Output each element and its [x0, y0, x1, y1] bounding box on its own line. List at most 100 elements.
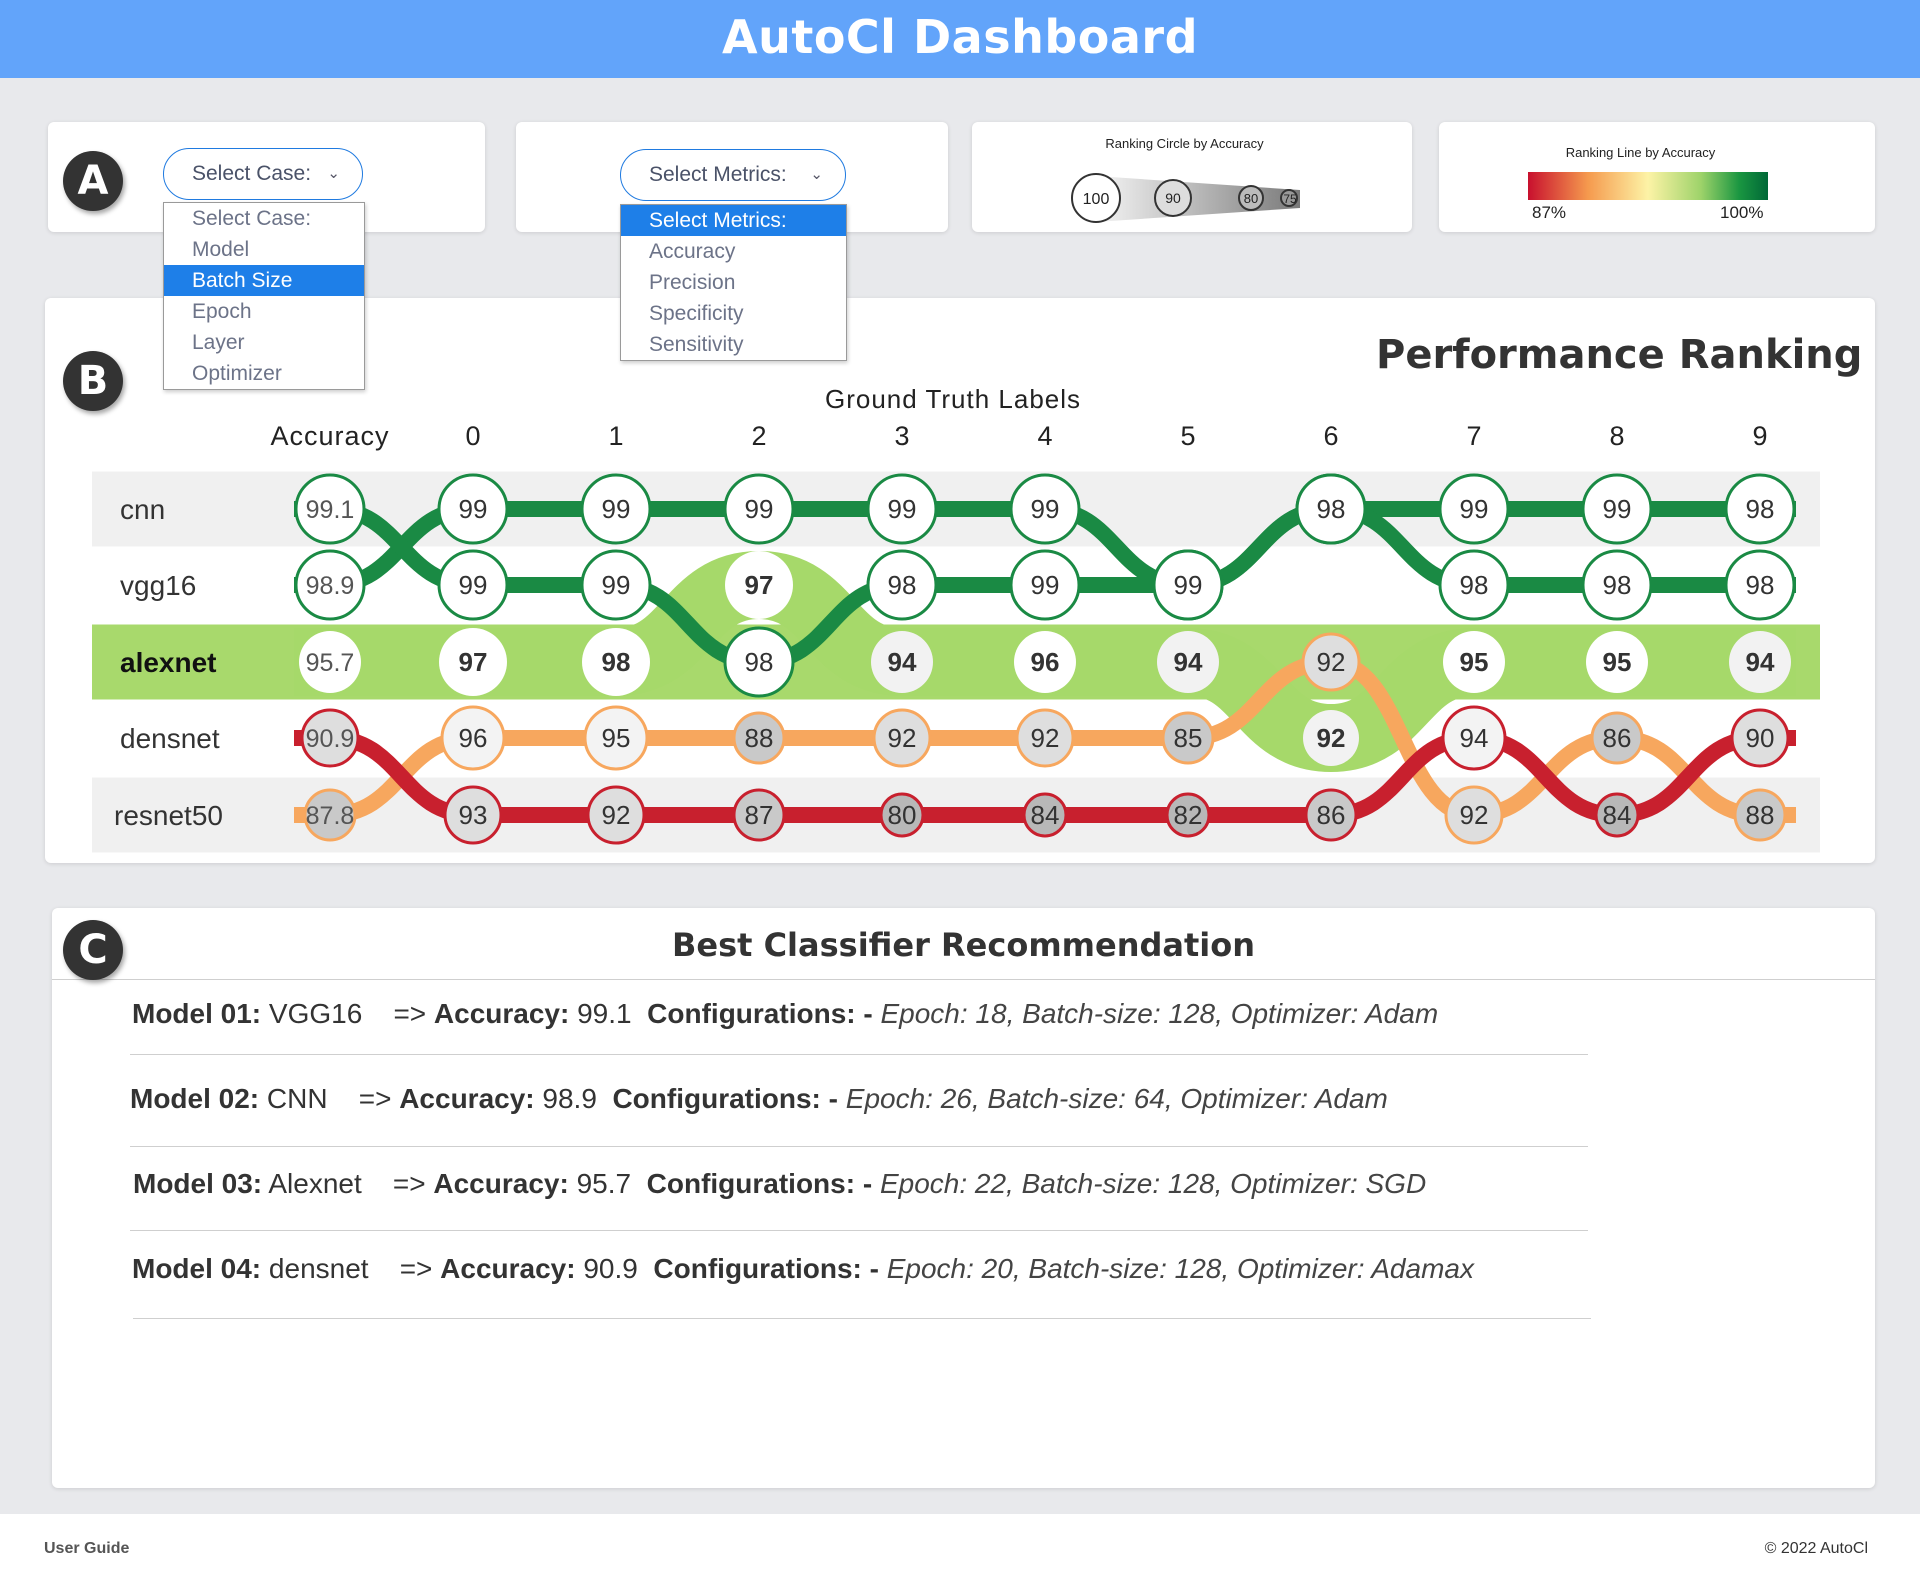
value-label-resnet50-3: 87	[745, 800, 774, 830]
recommendation-divider-3	[130, 1230, 1588, 1231]
value-label-cnn-0: 98.9	[306, 572, 355, 600]
value-label-cnn-10: 98	[1746, 494, 1775, 524]
recommendation-title-divider	[52, 979, 1875, 980]
column-header-6: 6	[1323, 421, 1338, 451]
value-label-densnet-3: 88	[745, 723, 774, 753]
recommendation-divider-2	[130, 1146, 1588, 1147]
value-label-alexnet-6: 94	[1174, 647, 1203, 677]
case-select[interactable]: Select Case: ⌄	[163, 148, 363, 200]
recommendation-item-3: Model 03: Alexnet => Accuracy: 95.7 Conf…	[133, 1168, 1426, 1200]
value-label-resnet50-5: 84	[1031, 800, 1060, 830]
recommendation-item-4-arrow: =>	[399, 1253, 441, 1284]
recommendation-item-1-config-label: Configurations: -	[647, 998, 873, 1029]
metrics-select-label: Select Metrics:	[649, 163, 787, 186]
row-label-resnet50: resnet50	[114, 800, 223, 831]
section-b-badge: B	[63, 351, 123, 411]
recommendation-item-4-accuracy: 90.9	[575, 1253, 638, 1284]
metrics-option-accuracy[interactable]: Accuracy	[621, 236, 846, 267]
recommendation-item-3-accuracy-label: Accuracy:	[433, 1168, 569, 1199]
recommendation-item-4-accuracy-label: Accuracy:	[440, 1253, 576, 1284]
case-option-epoch[interactable]: Epoch	[164, 296, 364, 327]
ranking-circle-legend-title: Ranking Circle by Accuracy	[1105, 136, 1264, 151]
value-label-alexnet-3: 97	[745, 570, 774, 600]
top-bar: AutoCl Dashboard	[0, 0, 1920, 78]
ranking-line-min-label: 87%	[1532, 203, 1567, 222]
recommendation-item-3-config-label: Configurations: -	[646, 1168, 873, 1199]
recommendation-item-1: Model 01: VGG16 => Accuracy: 99.1 Config…	[132, 998, 1438, 1030]
accuracy-column-header: Accuracy	[270, 421, 389, 451]
value-label-cnn-1: 99	[459, 494, 488, 524]
recommendation-item-2-model-label: Model 02:	[130, 1083, 260, 1114]
column-header-8: 8	[1609, 421, 1624, 451]
legend-circle-100-label: 100	[1083, 191, 1110, 208]
value-label-alexnet-0: 95.7	[306, 649, 355, 677]
value-label-alexnet-4: 94	[888, 647, 917, 677]
ranking-circle-legend: 100 90 80 75	[1071, 173, 1300, 223]
recommendation-item-1-accuracy-label: Accuracy:	[433, 998, 570, 1029]
value-label-densnet-1: 96	[459, 723, 488, 753]
value-label-vgg16-7: 98	[1317, 494, 1346, 524]
value-label-densnet-5: 92	[1031, 723, 1060, 753]
recommendation-item-4-config: Epoch: 20, Batch-size: 128, Optimizer: A…	[878, 1253, 1474, 1284]
recommendation-item-4-model: densnet	[261, 1253, 369, 1284]
ranking-line-gradient-bar	[1528, 172, 1768, 200]
recommendation-title: Best Classifier Recommendation	[671, 926, 1256, 964]
chevron-down-icon: ⌄	[810, 166, 823, 183]
value-label-vgg16-1: 99	[459, 570, 488, 600]
chevron-down-icon: ⌄	[327, 165, 340, 182]
value-label-vgg16-0: 99.1	[306, 496, 355, 524]
recommendation-item-1-config: Epoch: 18, Batch-size: 128, Optimizer: A…	[872, 998, 1439, 1029]
section-c-badge: C	[63, 920, 123, 980]
value-label-vgg16-2: 99	[602, 570, 631, 600]
recommendation-item-4-model-label: Model 04:	[132, 1253, 262, 1284]
case-dropdown: Select Case: Model Batch Size Epoch Laye…	[163, 202, 365, 390]
metrics-option-specificity[interactable]: Specificity	[621, 298, 846, 329]
value-label-densnet-9: 86	[1603, 723, 1632, 753]
recommendation-item-1-model: VGG16	[261, 998, 363, 1029]
recommendation-item-1-arrow: =>	[393, 998, 434, 1029]
value-label-cnn-8: 99	[1460, 494, 1489, 524]
value-label-densnet-4: 92	[888, 723, 917, 753]
recommendation-item-3-arrow: =>	[392, 1168, 434, 1199]
performance-ranking-title: Performance Ranking	[1376, 332, 1863, 378]
column-header-3: 3	[894, 421, 909, 451]
recommendation-item-3-accuracy: 95.7	[568, 1168, 632, 1199]
value-label-resnet50-10: 90	[1746, 723, 1775, 753]
value-label-alexnet-9: 95	[1603, 647, 1632, 677]
metrics-select[interactable]: Select Metrics: ⌄	[620, 149, 846, 201]
case-option-batch-size[interactable]: Batch Size	[164, 265, 364, 296]
value-label-vgg16-6: 99	[1174, 570, 1203, 600]
recommendation-divider-4	[133, 1318, 1591, 1319]
column-header-2: 2	[751, 421, 766, 451]
value-label-alexnet-7: 92	[1317, 723, 1346, 753]
column-header-9: 9	[1752, 421, 1767, 451]
recommendation-item-3-model-label: Model 03:	[133, 1168, 263, 1199]
case-option-model[interactable]: Model	[164, 234, 364, 265]
column-header-5: 5	[1180, 421, 1195, 451]
metrics-option-sensitivity[interactable]: Sensitivity	[621, 329, 846, 360]
recommendation-item-1-accuracy: 99.1	[569, 998, 632, 1029]
legend-circle-75-label: 75	[1283, 192, 1297, 206]
column-header-1: 1	[608, 421, 623, 451]
case-option-optimizer[interactable]: Optimizer	[164, 358, 364, 389]
case-option-layer[interactable]: Layer	[164, 327, 364, 358]
user-guide-link[interactable]: User Guide	[44, 1540, 129, 1558]
legend-circle-90-label: 90	[1165, 190, 1181, 206]
row-label-vgg16: vgg16	[120, 570, 196, 601]
metrics-option-select-metrics[interactable]: Select Metrics:	[621, 205, 846, 236]
value-label-resnet50-8: 94	[1460, 723, 1489, 753]
value-label-vgg16-3: 98	[745, 647, 774, 677]
metrics-option-precision[interactable]: Precision	[621, 267, 846, 298]
value-label-alexnet-1: 97	[459, 647, 488, 677]
value-label-alexnet-10: 94	[1746, 647, 1775, 677]
value-label-cnn-3: 99	[745, 494, 774, 524]
value-label-resnet50-4: 80	[888, 800, 917, 830]
recommendation-item-2-accuracy: 98.9	[534, 1083, 597, 1114]
legend-circle-80-label: 80	[1244, 191, 1258, 206]
value-label-densnet-6: 85	[1174, 723, 1203, 753]
value-label-resnet50-0: 90.9	[306, 725, 355, 753]
value-label-densnet-7: 92	[1317, 647, 1346, 677]
recommendation-item-2-accuracy-label: Accuracy:	[399, 1083, 535, 1114]
value-label-cnn-4: 99	[888, 494, 917, 524]
case-option-select-case[interactable]: Select Case:	[164, 203, 364, 234]
